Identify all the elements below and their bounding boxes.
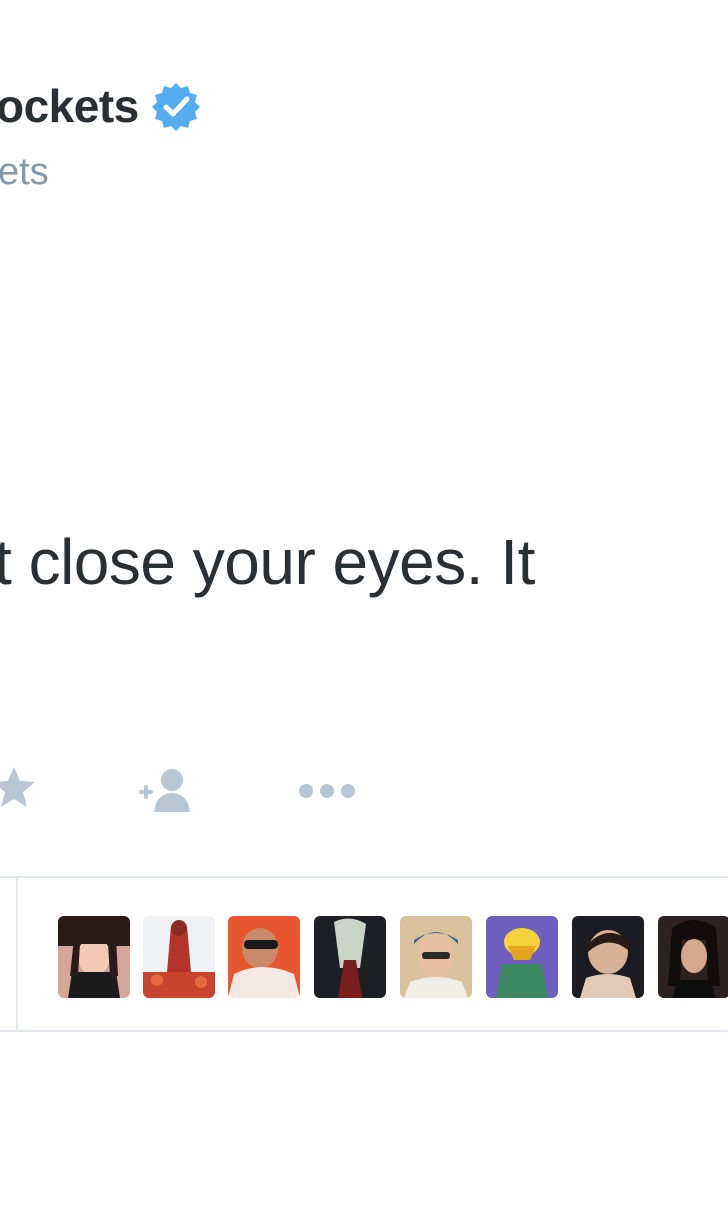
tweet-author-handle[interactable]: ets: [0, 150, 49, 194]
avatar-8[interactable]: [658, 916, 728, 998]
avatar-7[interactable]: [572, 916, 644, 998]
verified-badge-icon: [152, 83, 200, 131]
favorited-by-panel: [0, 876, 728, 1032]
more-icon[interactable]: [296, 780, 358, 802]
tweet-author-name[interactable]: ockets: [0, 76, 139, 136]
star-icon[interactable]: [0, 764, 38, 812]
tweet-text: t close your eyes. It: [0, 526, 535, 598]
avatar-2[interactable]: [143, 916, 215, 998]
avatar-6[interactable]: [486, 916, 558, 998]
panel-divider: [16, 878, 18, 1030]
avatar-1[interactable]: [58, 916, 130, 998]
avatar-5[interactable]: [400, 916, 472, 998]
follow-icon[interactable]: [136, 766, 196, 816]
avatar-3[interactable]: [228, 916, 300, 998]
avatar-4[interactable]: [314, 916, 386, 998]
